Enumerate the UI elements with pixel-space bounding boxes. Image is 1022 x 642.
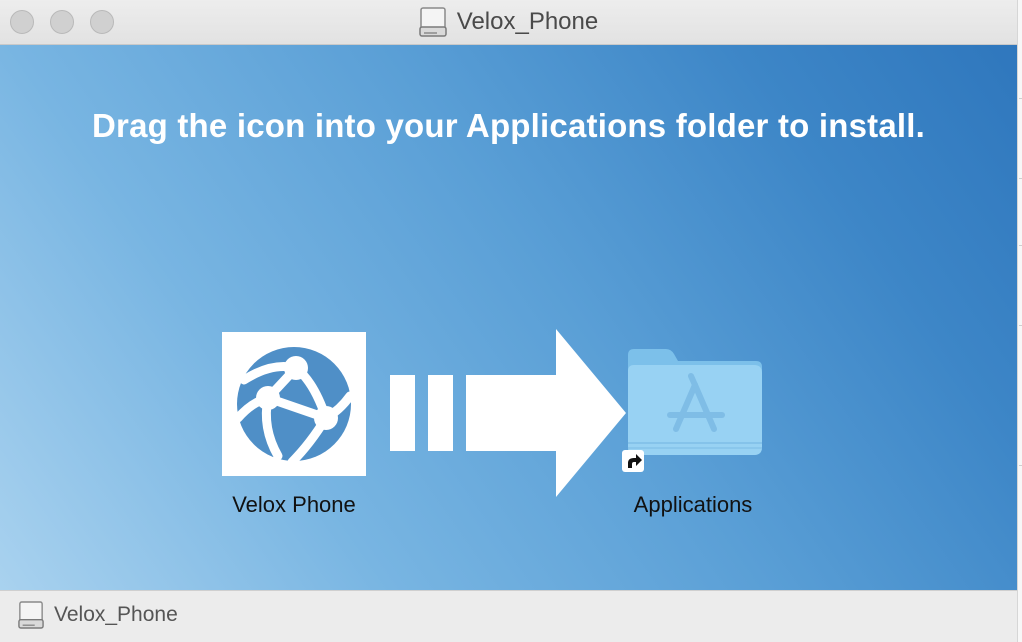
status-label: Velox_Phone xyxy=(54,603,178,626)
globe-network-icon xyxy=(233,347,355,467)
title-bar[interactable]: Velox_Phone xyxy=(0,0,1017,45)
disk-image-icon xyxy=(419,7,447,37)
install-instruction: Drag the icon into your Applications fol… xyxy=(92,107,925,144)
disk-image-icon xyxy=(18,601,44,629)
dmg-background: Drag the icon into your Applications fol… xyxy=(0,45,1017,590)
applications-folder-icon[interactable] xyxy=(624,345,764,457)
window-title-group: Velox_Phone xyxy=(0,6,1017,38)
background-window-edge xyxy=(1017,0,1022,642)
installer-window: Velox_Phone Drag the icon into your Appl… xyxy=(0,0,1017,642)
status-bar: Velox_Phone xyxy=(0,590,1017,642)
window-title: Velox_Phone xyxy=(456,8,599,35)
alias-arrow-icon xyxy=(622,450,644,472)
app-icon-tile[interactable] xyxy=(222,332,366,476)
applications-label: Applications xyxy=(633,492,753,517)
status-group: Velox_Phone xyxy=(18,601,178,629)
app-label: Velox Phone xyxy=(232,492,356,517)
right-arrow-icon xyxy=(390,329,626,497)
